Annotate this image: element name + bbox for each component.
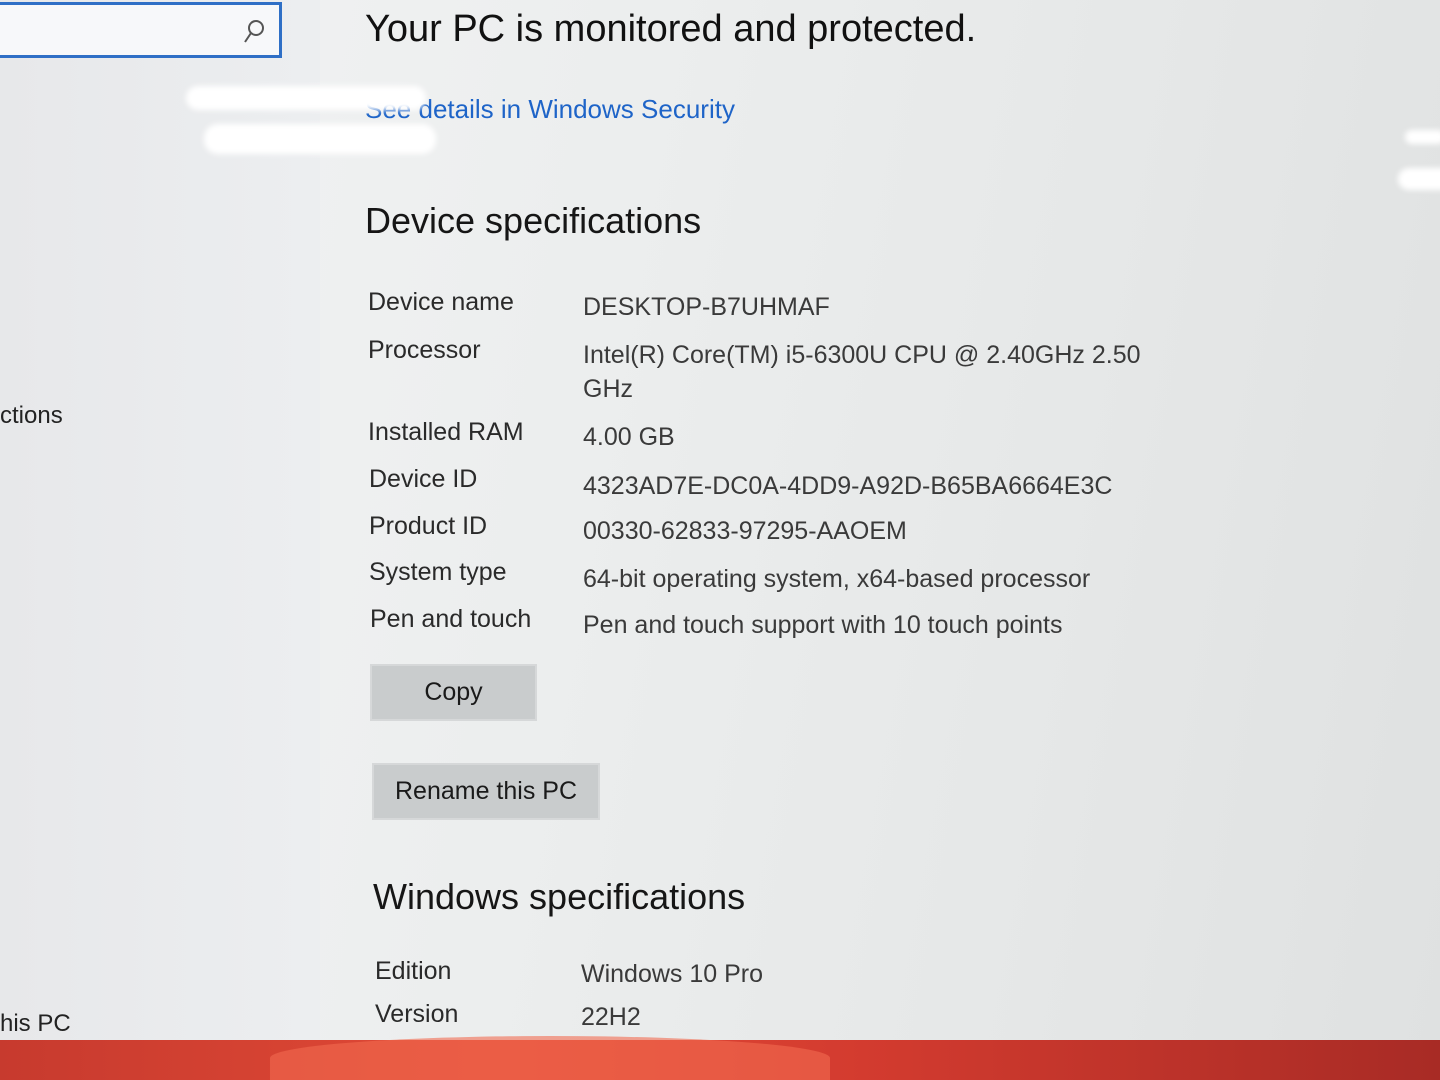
spec-value-installed-ram: 4.00 GB (583, 423, 675, 451)
sidebar-item-about-this-pc[interactable]: his PC (0, 1010, 71, 1038)
settings-window: ctions his PC Your PC is monitored and p… (0, 0, 1440, 1040)
spec-label-system-type: System type (369, 558, 507, 586)
copy-button[interactable]: Copy (370, 664, 537, 721)
windows-specs-heading: Windows specifications (373, 876, 746, 917)
spec-label-pen-and-touch: Pen and touch (370, 605, 532, 633)
spec-value-version: 22H2 (581, 1003, 641, 1031)
main-pane: Your PC is monitored and protected. See … (320, 0, 1440, 1040)
spec-value-pen-and-touch: Pen and touch support with 10 touch poin… (583, 611, 1063, 639)
spec-value-edition: Windows 10 Pro (581, 960, 764, 988)
device-specs-heading: Device specifications (365, 200, 702, 241)
spec-label-edition: Edition (375, 957, 452, 985)
search-icon[interactable] (243, 19, 265, 45)
spec-label-device-id: Device ID (369, 465, 478, 493)
spec-value-device-name: DESKTOP-B7UHMAF (583, 293, 830, 321)
sidebar: ctions his PC (0, 0, 320, 1040)
spec-value-product-id: 00330-62833-97295-AAOEM (583, 517, 907, 545)
spec-label-device-name: Device name (368, 288, 514, 316)
spec-value-system-type: 64-bit operating system, x64-based proce… (583, 565, 1091, 593)
search-input[interactable] (0, 2, 282, 58)
spec-value-device-id: 4323AD7E-DC0A-4DD9-A92D-B65BA6664E3C (583, 472, 1113, 500)
screen-glare (186, 86, 426, 110)
spec-value-processor: Intel(R) Core(TM) i5-6300U CPU @ 2.40GHz… (583, 341, 1141, 403)
rename-pc-button[interactable]: Rename this PC (372, 763, 600, 820)
security-status-title: Your PC is monitored and protected. (365, 8, 977, 50)
spec-label-version: Version (375, 1000, 459, 1028)
screen-glare (1405, 130, 1440, 144)
sidebar-item-connections[interactable]: ctions (0, 402, 63, 430)
spec-label-processor: Processor (368, 336, 481, 364)
screen-glare (1398, 168, 1440, 190)
spec-label-installed-ram: Installed RAM (368, 418, 524, 446)
screen-glare (204, 124, 436, 154)
spec-label-product-id: Product ID (369, 512, 488, 540)
desk-object (270, 1036, 830, 1080)
